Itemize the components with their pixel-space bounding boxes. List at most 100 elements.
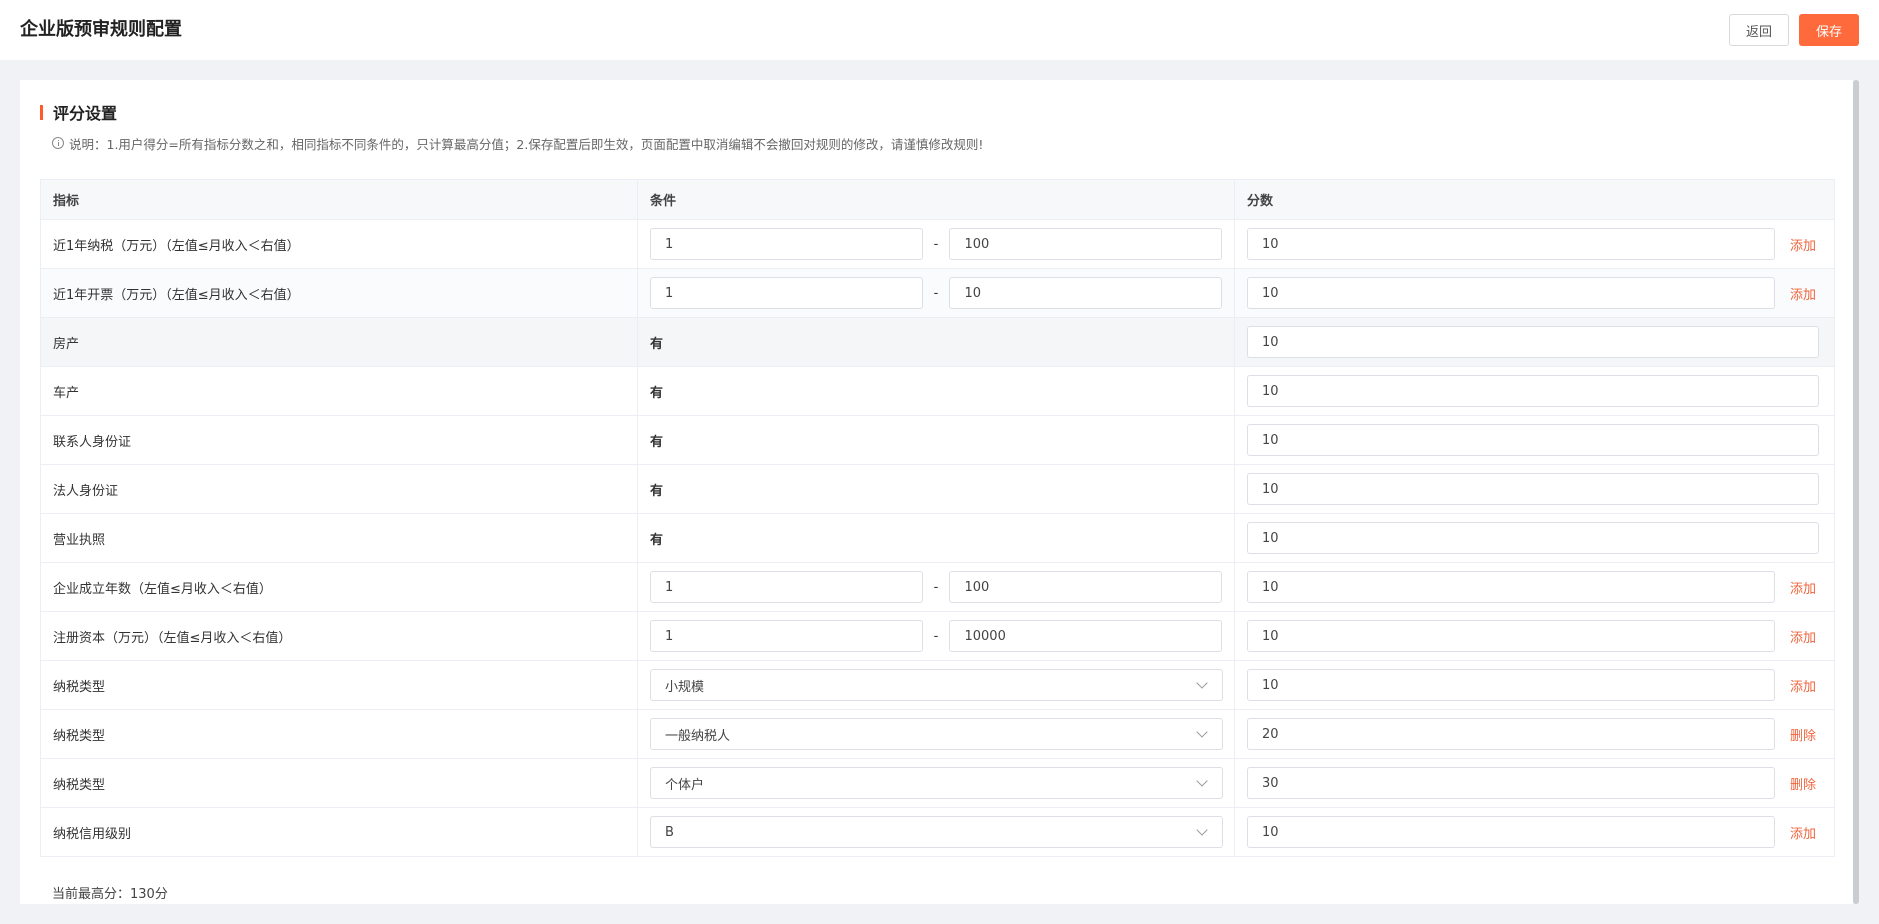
score-input[interactable]: 20 xyxy=(1247,718,1775,750)
condition-cell: 有 xyxy=(637,464,1235,514)
range-min-input[interactable]: 1 xyxy=(650,228,923,260)
score-input[interactable]: 10 xyxy=(1247,620,1775,652)
save-button[interactable]: 保存 xyxy=(1799,14,1859,46)
select-value: 一般纳税人 xyxy=(665,728,731,744)
range-max-input[interactable]: 10 xyxy=(949,277,1223,309)
range-max-input[interactable]: 100 xyxy=(949,571,1223,603)
add-link[interactable]: 添加 xyxy=(1790,823,1816,842)
score-input[interactable]: 10 xyxy=(1247,669,1775,701)
condition-cell: 一般纳税人 xyxy=(637,709,1235,759)
condition-cell: 1-100 xyxy=(637,219,1235,269)
condition-cell: 1-100 xyxy=(637,562,1235,612)
condition-text: 有 xyxy=(650,434,664,450)
score-column-cell: 10 xyxy=(1234,317,1835,367)
rules-note: 说明：1.用户得分=所有指标分数之和，相同指标不同条件的，只计算最高分值；2.保… xyxy=(52,134,983,152)
score-cell: 20 删除 xyxy=(1247,718,1822,750)
section-title: 评分设置 xyxy=(53,104,118,123)
table-header-row: 指标 条件 分数 xyxy=(40,179,1835,220)
table-row: 纳税类型 一般纳税人 20 删除 xyxy=(40,709,1835,759)
add-link[interactable]: 添加 xyxy=(1790,676,1816,695)
condition-select[interactable]: 个体户 xyxy=(650,767,1223,799)
score-input[interactable]: 10 xyxy=(1247,326,1819,358)
score-column-cell: 20 删除 xyxy=(1234,709,1835,759)
score-input[interactable]: 10 xyxy=(1247,522,1819,554)
score-column-cell: 10 添加 xyxy=(1234,562,1835,612)
add-link[interactable]: 添加 xyxy=(1790,284,1816,303)
condition-text: 有 xyxy=(650,483,664,499)
back-button[interactable]: 返回 xyxy=(1729,14,1789,46)
score-input[interactable]: 10 xyxy=(1247,424,1819,456)
delete-link[interactable]: 删除 xyxy=(1790,725,1816,744)
add-link[interactable]: 添加 xyxy=(1790,627,1816,646)
rules-table: 指标 条件 分数 近1年纳税（万元）（左值≤月收入＜右值） 1-100 10 添加 近1… xyxy=(40,179,1835,857)
table-row: 纳税类型 小规模 10 添加 xyxy=(40,660,1835,710)
score-cell: 10 添加 xyxy=(1247,571,1822,603)
score-input[interactable]: 10 xyxy=(1247,228,1775,260)
delete-link[interactable]: 删除 xyxy=(1790,774,1816,793)
chevron-down-icon xyxy=(1196,677,1208,689)
table-row: 纳税信用级别 B 10 添加 xyxy=(40,807,1835,857)
score-cell: 30 删除 xyxy=(1247,767,1822,799)
indicator-cell: 纳税信用级别 xyxy=(40,807,638,857)
scrollbar-thumb[interactable] xyxy=(1853,80,1859,904)
indicator-cell: 纳税类型 xyxy=(40,660,638,710)
score-input[interactable]: 10 xyxy=(1247,816,1775,848)
add-link[interactable]: 添加 xyxy=(1790,578,1816,597)
select-value: 个体户 xyxy=(665,777,705,793)
section-accent-bar xyxy=(40,104,43,120)
score-cell: 10 添加 xyxy=(1247,816,1822,848)
condition-select[interactable]: 一般纳税人 xyxy=(650,718,1223,750)
range-max-input[interactable]: 100 xyxy=(949,228,1223,260)
section-header: 评分设置 xyxy=(40,101,117,123)
range-min-input[interactable]: 1 xyxy=(650,620,923,652)
range-separator: - xyxy=(933,579,939,595)
table-row: 法人身份证有 10 xyxy=(40,464,1835,514)
range-condition: 1-100 xyxy=(650,228,1223,260)
score-input[interactable]: 10 xyxy=(1247,473,1819,505)
condition-cell: 小规模 xyxy=(637,660,1235,710)
column-header-indicator: 指标 xyxy=(40,179,638,220)
score-input[interactable]: 10 xyxy=(1247,375,1819,407)
condition-select[interactable]: 小规模 xyxy=(650,669,1223,701)
chevron-down-icon xyxy=(1196,726,1208,738)
range-condition: 1-100 xyxy=(650,571,1223,603)
condition-cell: 有 xyxy=(637,415,1235,465)
table-row: 近1年开票（万元）（左值≤月收入＜右值） 1-10 10 添加 xyxy=(40,268,1835,318)
score-input[interactable]: 10 xyxy=(1247,571,1775,603)
table-row: 营业执照有 10 xyxy=(40,513,1835,563)
range-min-input[interactable]: 1 xyxy=(650,277,923,309)
score-input[interactable]: 10 xyxy=(1247,277,1775,309)
indicator-cell: 纳税类型 xyxy=(40,709,638,759)
scrollbar[interactable] xyxy=(1853,80,1859,904)
indicator-cell: 纳税类型 xyxy=(40,758,638,808)
header-bar: 企业版预审规则配置 返回 保存 xyxy=(0,0,1879,60)
score-column-cell: 10 xyxy=(1234,513,1835,563)
page-title: 企业版预审规则配置 xyxy=(20,19,182,40)
column-header-score: 分数 xyxy=(1234,179,1835,220)
select-value: 小规模 xyxy=(665,679,705,695)
condition-cell: 1-10 xyxy=(637,268,1235,318)
score-column-cell: 10 xyxy=(1234,464,1835,514)
indicator-cell: 注册资本（万元）（左值≤月收入＜右值） xyxy=(40,611,638,661)
condition-text: 有 xyxy=(650,385,664,401)
table-row: 注册资本（万元）（左值≤月收入＜右值） 1-10000 10 添加 xyxy=(40,611,1835,661)
range-min-input[interactable]: 1 xyxy=(650,571,923,603)
table-row: 联系人身份证有 10 xyxy=(40,415,1835,465)
condition-select[interactable]: B xyxy=(650,816,1223,848)
condition-cell: 有 xyxy=(637,513,1235,563)
rules-note-text: 说明：1.用户得分=所有指标分数之和，相同指标不同条件的，只计算最高分值；2.保… xyxy=(69,136,984,152)
table-row: 车产有 10 xyxy=(40,366,1835,416)
range-separator: - xyxy=(933,628,939,644)
condition-cell: 有 xyxy=(637,317,1235,367)
score-input[interactable]: 30 xyxy=(1247,767,1775,799)
indicator-cell: 近1年开票（万元）（左值≤月收入＜右值） xyxy=(40,268,638,318)
score-cell: 10 添加 xyxy=(1247,620,1822,652)
table-row: 近1年纳税（万元）（左值≤月收入＜右值） 1-100 10 添加 xyxy=(40,219,1835,269)
condition-cell: B xyxy=(637,807,1235,857)
max-score-text: 当前最高分：130分 xyxy=(52,887,168,902)
score-column-cell: 10 添加 xyxy=(1234,660,1835,710)
range-max-input[interactable]: 10000 xyxy=(949,620,1223,652)
score-cell: 10 添加 xyxy=(1247,669,1822,701)
range-condition: 1-10000 xyxy=(650,620,1223,652)
add-link[interactable]: 添加 xyxy=(1790,235,1816,254)
